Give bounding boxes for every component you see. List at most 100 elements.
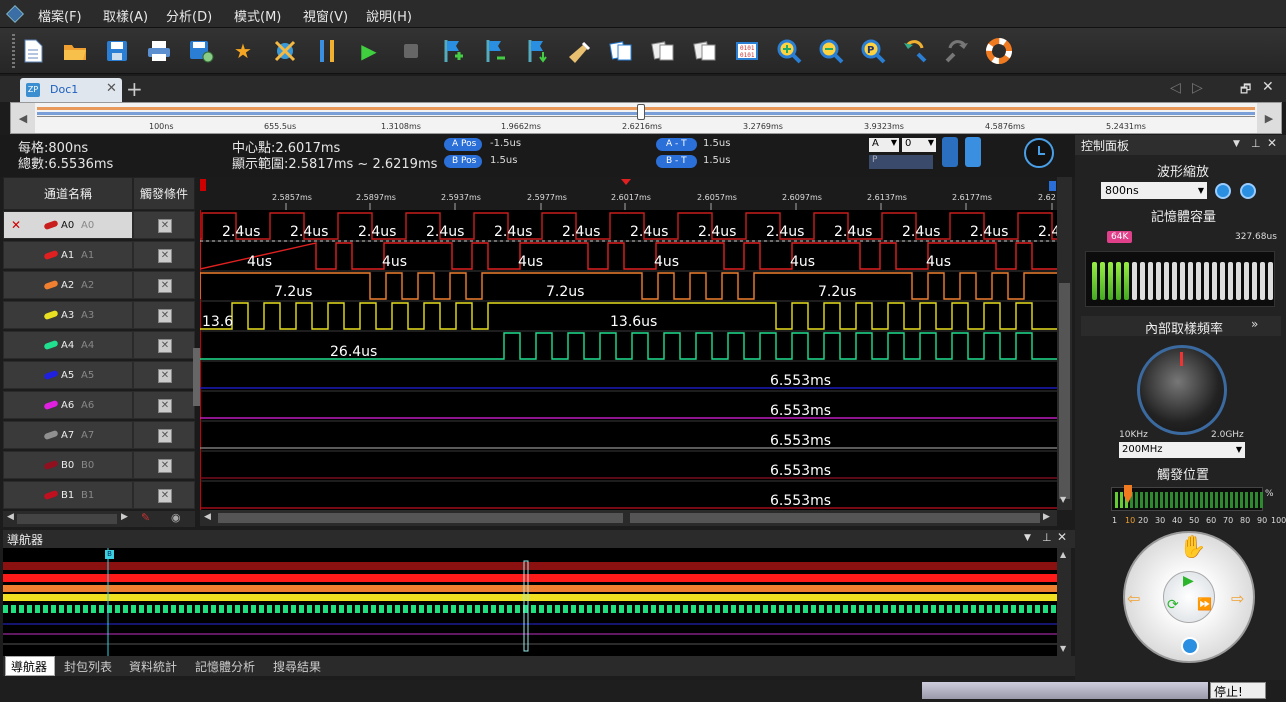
hscroll-thumb-left[interactable] — [218, 513, 623, 523]
run-icon[interactable]: ▶ — [354, 36, 384, 66]
scroll-thumb[interactable] — [17, 514, 117, 524]
zoom-select[interactable]: 800ns ▼ — [1101, 182, 1207, 199]
pad-repeat-icon[interactable]: ⟳ — [1167, 597, 1179, 613]
rate-knob[interactable] — [1137, 345, 1227, 435]
close-window-icon[interactable]: ✕ — [1262, 79, 1274, 95]
trigger-condition-checkbox[interactable]: ✕ — [158, 489, 172, 503]
memory-meter[interactable] — [1085, 251, 1275, 307]
tab-search-results[interactable]: 搜尋結果 — [273, 658, 321, 675]
tools-icon[interactable] — [312, 36, 342, 66]
restore-window-icon[interactable]: 🗗 — [1240, 80, 1251, 101]
favorite-star-icon[interactable]: ★ — [228, 36, 258, 66]
trigger-condition-checkbox[interactable]: ✕ — [158, 459, 172, 473]
scroll-left-icon[interactable]: ◀ — [7, 512, 14, 522]
marker-b-button[interactable] — [965, 137, 981, 167]
channel-row[interactable]: B0 B0 — [3, 451, 133, 479]
add-tab-button[interactable]: + — [126, 77, 143, 101]
channel-row[interactable]: ✕ A0 A0 — [3, 211, 133, 239]
forward-icon[interactable] — [942, 36, 972, 66]
flashlight-icon[interactable] — [564, 36, 594, 66]
channel-row[interactable]: A6 A6 — [3, 391, 133, 419]
probe-icon[interactable]: ✎ — [141, 511, 150, 524]
tab-scroll-right-icon[interactable]: ▷ — [1192, 80, 1203, 96]
channel-row[interactable]: A4 A4 — [3, 331, 133, 359]
camera-icon[interactable]: ◉ — [171, 511, 181, 524]
clock-icon[interactable] — [1024, 138, 1054, 168]
navigator-menu-icon[interactable]: ▼ — [1024, 533, 1031, 543]
nav-scroll-down-icon[interactable]: ▼ — [1060, 644, 1066, 653]
panel-zoom-out-icon[interactable] — [1240, 183, 1256, 199]
hscroll-right-icon[interactable]: ▶ — [1043, 512, 1050, 522]
trigger-position-slider[interactable] — [1111, 487, 1263, 511]
tab-packet-list[interactable]: 封包列表 — [64, 658, 112, 675]
save-settings-icon[interactable] — [186, 36, 216, 66]
trigger-condition-checkbox[interactable]: ✕ — [158, 339, 172, 353]
nav-scroll-up-icon[interactable]: ▲ — [1060, 550, 1066, 559]
channel-row[interactable]: A5 A5 — [3, 361, 133, 389]
zoom-out-icon[interactable] — [816, 36, 846, 66]
menu-mode[interactable]: 模式(M) — [234, 6, 281, 25]
navigator-scrollbar[interactable]: ▲ ▼ — [1057, 548, 1071, 656]
menu-sample[interactable]: 取樣(A) — [103, 6, 148, 25]
pad-left-icon[interactable]: ⇦ — [1127, 589, 1140, 608]
marker-select-a[interactable]: A ▼ — [869, 138, 899, 152]
tab-scroll-left-icon[interactable]: ◁ — [1170, 80, 1181, 96]
stop-icon[interactable] — [396, 36, 426, 66]
timeline-slider[interactable]: ◀ ▶ 100ns 655.5us 1.3108ms 1.9662ms 2.6216ms… — [10, 102, 1282, 134]
device-icon[interactable] — [270, 36, 300, 66]
timeline-left-arrow-icon[interactable]: ◀ — [11, 103, 35, 133]
zoom-fit-icon[interactable]: P — [858, 36, 888, 66]
tab-doc1[interactable]: ZP Doc1 ✕ — [20, 78, 122, 102]
p-field[interactable]: P — [869, 155, 933, 169]
hscroll-thumb-right[interactable] — [630, 513, 1040, 523]
navigator-pin-icon[interactable]: ⊥ — [1042, 531, 1052, 544]
timeline-right-arrow-icon[interactable]: ▶ — [1257, 103, 1281, 133]
copy-icon[interactable] — [606, 36, 636, 66]
panel-close-icon[interactable]: ✕ — [1267, 136, 1277, 150]
new-file-icon[interactable] — [18, 36, 48, 66]
panel-menu-icon[interactable]: ▼ — [1233, 139, 1240, 149]
waveform-hscrollbar[interactable]: ◀ ▶ — [200, 510, 1057, 526]
waveform-view[interactable]: 2.5857ms 2.5897ms 2.5937ms 2.5977ms 2.6017ms… — [199, 177, 1076, 512]
pin-icon[interactable]: ⊥ — [1251, 137, 1261, 150]
print-icon[interactable] — [144, 36, 174, 66]
binary-icon[interactable]: 0101 0101 — [732, 36, 762, 66]
waveform-vscrollbar[interactable]: ▼ — [1057, 177, 1072, 510]
trigger-condition-checkbox[interactable]: ✕ — [158, 309, 172, 323]
navigator-canvas[interactable] — [3, 548, 1057, 656]
timeline-thumb[interactable] — [637, 104, 645, 120]
navigator-close-icon[interactable]: ✕ — [1057, 530, 1067, 544]
menu-help[interactable]: 說明(H) — [366, 6, 412, 25]
menu-analyze[interactable]: 分析(D) — [166, 6, 212, 25]
rate-select[interactable]: 200MHz ▼ — [1119, 442, 1245, 458]
trigger-condition-checkbox[interactable]: ✕ — [158, 279, 172, 293]
navigator-marker[interactable]: B — [105, 550, 114, 559]
zoom-in-icon[interactable] — [774, 36, 804, 66]
channel-row[interactable]: A3 A3 — [3, 301, 133, 329]
paste-icon[interactable] — [648, 36, 678, 66]
trigger-condition-checkbox[interactable]: ✕ — [158, 399, 172, 413]
marker-select-0[interactable]: 0 ▼ — [902, 138, 936, 152]
paste2-icon[interactable] — [690, 36, 720, 66]
control-pad[interactable]: ✋ ▶ ⟳ ⏩ ⇦ ⇨ — [1123, 531, 1255, 663]
open-folder-icon[interactable] — [60, 36, 90, 66]
rate-expand-icon[interactable]: » — [1251, 317, 1258, 331]
marker-down-icon[interactable] — [522, 36, 552, 66]
hand-icon[interactable]: ✋ — [1179, 535, 1206, 560]
vscroll-thumb[interactable] — [1059, 283, 1070, 499]
pad-right-icon[interactable]: ⇨ — [1231, 589, 1244, 608]
marker-a-button[interactable] — [942, 137, 958, 167]
scroll-down-icon[interactable]: ▼ — [1060, 495, 1066, 504]
panel-zoom-in-icon[interactable] — [1215, 183, 1231, 199]
scroll-right-icon[interactable]: ▶ — [121, 512, 128, 522]
waveform-canvas[interactable]: 2.5857ms 2.5897ms 2.5937ms 2.5977ms 2.6017ms… — [199, 177, 1076, 512]
add-marker-icon[interactable] — [438, 36, 468, 66]
save-icon[interactable] — [102, 36, 132, 66]
tab-navigator[interactable]: 導航器 — [11, 658, 47, 675]
channel-row[interactable]: A2 A2 — [3, 271, 133, 299]
trigger-condition-checkbox[interactable]: ✕ — [158, 219, 172, 233]
tab-close-icon[interactable]: ✕ — [106, 81, 117, 96]
channel-list-scrollbar[interactable]: ◀ ▶ ✎ ◉ — [3, 511, 195, 527]
menu-window[interactable]: 視窗(V) — [303, 6, 348, 25]
trigger-condition-checkbox[interactable]: ✕ — [158, 369, 172, 383]
